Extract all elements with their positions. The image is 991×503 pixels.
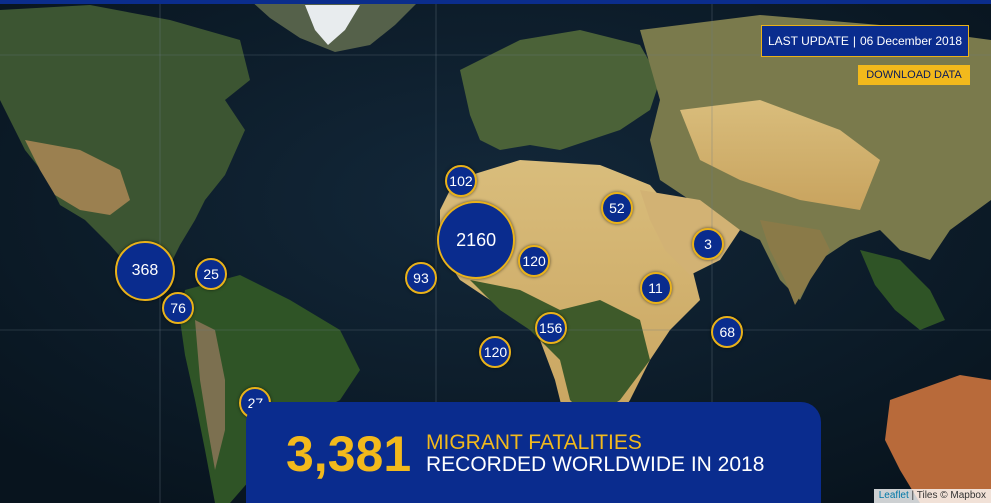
summary-line-1: MIGRANT FATALITIES bbox=[426, 431, 642, 454]
cluster-marker-north-africa[interactable]: 93 bbox=[404, 261, 437, 294]
last-update-label: LAST UPDATE bbox=[767, 34, 849, 48]
last-update-date: 06 December 2018 bbox=[859, 34, 963, 48]
summary-line-2: RECORDED WORLDWIDE IN 2018 bbox=[426, 453, 765, 476]
download-data-button[interactable]: DOWNLOAD DATA bbox=[858, 65, 970, 85]
cluster-marker-mediterranean[interactable]: 2160 bbox=[437, 201, 516, 280]
tiles-credit: Tiles © Mapbox bbox=[916, 490, 986, 501]
cluster-marker-east-asia[interactable]: 3 bbox=[692, 227, 724, 260]
cluster-marker-middle-east[interactable]: 120 bbox=[518, 244, 551, 277]
map-attribution: Leaflet | Tiles © Mapbox bbox=[873, 489, 991, 503]
cluster-marker-central-asia[interactable]: 52 bbox=[600, 192, 633, 225]
cluster-marker-horn-of-africa[interactable]: 156 bbox=[534, 312, 567, 345]
cluster-marker-central-america[interactable]: 76 bbox=[162, 291, 195, 324]
summary-panel: 3,381 MIGRANT FATALITIES RECORDED WORLDW… bbox=[246, 402, 821, 503]
leaflet-link[interactable]: Leaflet bbox=[879, 490, 909, 501]
cluster-marker-north-europe[interactable]: 102 bbox=[444, 165, 477, 198]
separator: | bbox=[852, 34, 856, 48]
cluster-marker-us-mexico-border[interactable]: 368 bbox=[114, 240, 175, 301]
cluster-marker-southeast-asia[interactable]: 68 bbox=[711, 315, 744, 348]
cluster-marker-south-asia[interactable]: 11 bbox=[639, 271, 672, 304]
last-update-badge: LAST UPDATE | 06 December 2018 bbox=[761, 25, 969, 57]
total-fatalities: 3,381 bbox=[286, 426, 412, 482]
top-bar bbox=[0, 0, 991, 4]
